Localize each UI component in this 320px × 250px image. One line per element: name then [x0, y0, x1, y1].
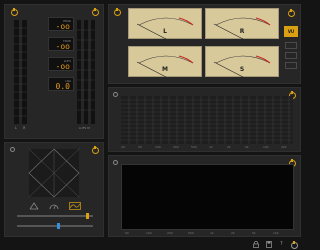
curve-icon[interactable] — [69, 202, 81, 210]
svg-text:-: - — [29, 53, 30, 56]
vu-meter-r: R — [205, 8, 279, 40]
vu-option-button-1[interactable] — [285, 42, 297, 49]
vu-meter-s-label: S — [239, 66, 245, 73]
loudness-settings-icon[interactable] — [92, 8, 99, 16]
spectrogram-tick: 1k — [210, 231, 214, 235]
spectrum-grid — [121, 96, 293, 144]
spectrum-panel: 20 50 100 200 500 1k 2k 5k 10k 20k — [108, 87, 301, 152]
svg-text:-: - — [29, 45, 30, 48]
spectrum-tick: 10k — [263, 145, 269, 149]
spectrum-tick: 100 — [155, 145, 161, 149]
vu-meter-s: S — [205, 46, 279, 78]
spectrogram-tick: 500 — [188, 231, 194, 235]
peak-readout: PEAK -oo — [48, 17, 74, 31]
spectrogram-x-axis: 50 100 200 500 1k 2k 5k 10k — [121, 231, 294, 236]
peak-meter-bars: - - - - - - - - - - - - — [14, 20, 30, 124]
svg-text:-: - — [29, 77, 30, 80]
spectrum-tick: 200 — [173, 145, 179, 149]
spectrogram-tick: 50 — [125, 231, 129, 235]
svg-text:-: - — [29, 85, 30, 88]
spectrum-x-axis: 20 50 100 200 500 1k 2k 5k 10k 20k — [121, 145, 293, 150]
spectrum-tick: 20k — [281, 145, 287, 149]
svg-text:-: - — [29, 69, 30, 72]
lufs-m-label: LUFS M — [79, 126, 90, 130]
save-icon[interactable] — [266, 241, 272, 248]
dial-icon[interactable] — [49, 202, 59, 210]
spectrum-power-icon[interactable] — [113, 92, 118, 97]
lock-icon[interactable] — [253, 241, 259, 248]
lra-value: 0.0 — [55, 82, 70, 91]
vu-option-button-3[interactable] — [285, 62, 297, 69]
svg-text:-: - — [29, 37, 30, 40]
balance-slider-thumb[interactable] — [86, 213, 90, 219]
scope-icon[interactable] — [29, 202, 39, 210]
balance-slider-track[interactable] — [17, 213, 93, 219]
loudness-panel: - - - - - - - - - - - - L R PEAK -oo TRUE -oo LU… — [4, 4, 104, 139]
lufs-readout: LUFS -oo — [48, 57, 74, 71]
svg-text:-: - — [29, 61, 30, 64]
svg-text:-: - — [29, 101, 30, 104]
vu-meter-m: M — [128, 46, 202, 78]
spectrum-tick: 50 — [138, 145, 142, 149]
power-icon[interactable] — [291, 241, 298, 249]
true-peak-readout: TRUE -oo — [48, 37, 74, 51]
true-peak-value: -oo — [55, 42, 70, 51]
goniometer-settings-icon[interactable] — [92, 146, 99, 154]
vu-meter-l-scale — [136, 17, 194, 40]
vu-meter-s-scale — [213, 55, 271, 78]
channel-left-label: L — [15, 126, 18, 130]
vu-meter-m-label: M — [162, 66, 168, 73]
goniometer-scope — [28, 148, 80, 198]
spectrogram-tick: 10k — [273, 231, 279, 235]
vu-settings-icon[interactable] — [288, 9, 295, 17]
vu-meter-r-label: R — [239, 28, 245, 35]
spectrogram-tick: 100 — [146, 231, 152, 235]
spectrogram-power-icon[interactable] — [113, 160, 118, 165]
spectrum-tick: 2k — [227, 145, 231, 149]
spectrogram-display — [121, 164, 294, 230]
goniometer-power-icon[interactable] — [10, 147, 15, 152]
loudness-power-icon[interactable] — [11, 8, 18, 16]
svg-text:-: - — [29, 21, 30, 24]
lufs-value: -oo — [55, 62, 70, 71]
spectrogram-tick: 200 — [167, 231, 173, 235]
spectrum-tick: 1k — [209, 145, 213, 149]
vu-meter-m-scale — [136, 55, 194, 78]
svg-text:-: - — [29, 93, 30, 96]
lra-readout: LRA 0.0 — [48, 77, 74, 91]
vu-option-button-2[interactable] — [285, 52, 297, 59]
spectrogram-tick: 2k — [231, 231, 235, 235]
spectrogram-tick: 5k — [252, 231, 256, 235]
goniometer-panel — [4, 142, 104, 237]
svg-text:-: - — [29, 29, 30, 32]
lufs-meter-bars — [77, 20, 95, 124]
vu-mode-button[interactable]: VU — [284, 26, 298, 37]
width-slider-thumb[interactable] — [57, 223, 61, 229]
spectrum-tick: 5k — [245, 145, 249, 149]
vu-meter-r-scale — [213, 17, 271, 40]
vu-meter-l-label: L — [163, 28, 167, 35]
spectrum-tick: 20 — [121, 145, 125, 149]
spectrum-tick: 500 — [191, 145, 197, 149]
width-slider-track[interactable] — [17, 223, 93, 229]
svg-text:-: - — [29, 109, 30, 112]
vu-meter-l: L — [128, 8, 202, 40]
spectrogram-panel: 50 100 200 500 1k 2k 5k 10k — [108, 155, 301, 237]
channel-right-label: R — [23, 126, 26, 130]
help-icon[interactable]: ? — [280, 241, 283, 247]
vu-power-icon[interactable] — [114, 8, 121, 16]
peak-value: -oo — [55, 22, 70, 31]
